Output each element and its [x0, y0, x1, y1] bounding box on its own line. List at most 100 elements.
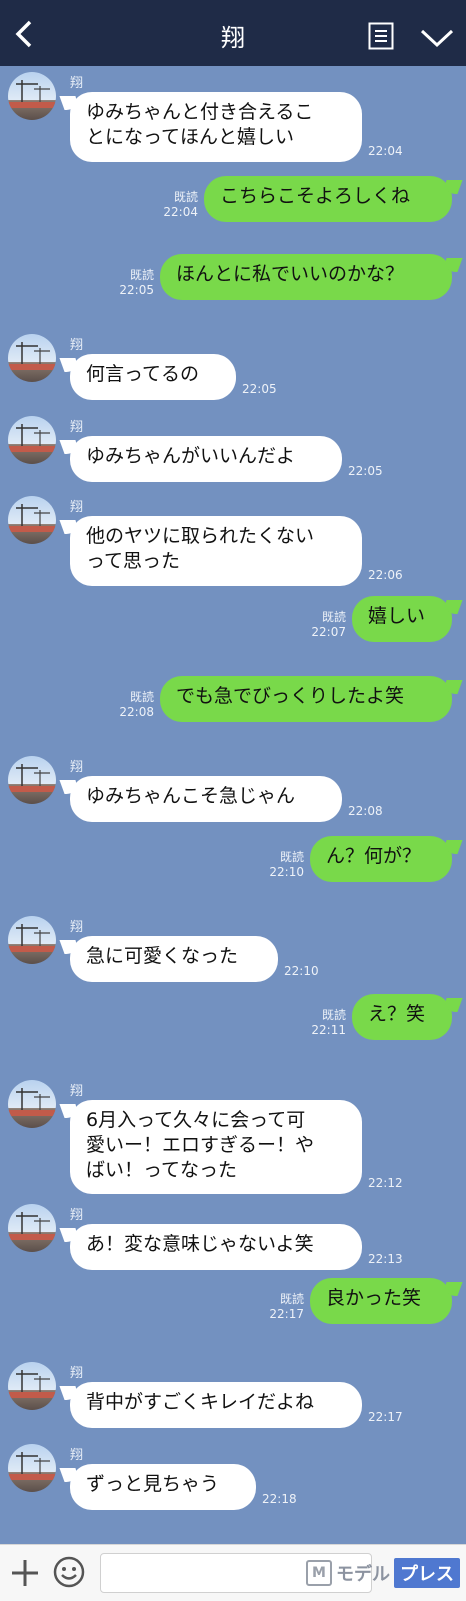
message-text-line: 嬉しい — [368, 605, 426, 627]
incoming-message: 翔ずっと見ちゃう 22:18 — [0, 1440, 466, 1510]
outgoing-message: ん？何が？ 既読 22:10 — [0, 836, 466, 906]
sender-name: 翔 — [70, 1448, 84, 1463]
message-bubble[interactable]: 6月入って久々に会って可 愛いー！エロすぎるー！や ばい！ってなった — [70, 1100, 362, 1194]
brand-mark: M — [306, 1560, 332, 1586]
message-meta: 22:08 — [348, 804, 383, 819]
timestamp: 22:07 — [311, 625, 346, 639]
emoji-icon[interactable] — [52, 1555, 86, 1589]
message-text-line: ほんとに私でいいのかな？ — [176, 263, 405, 285]
message-text-line: でも急でびっくりしたよ笑 — [176, 685, 405, 707]
message-text-line: ばい！ってなった — [86, 1159, 238, 1181]
message-bubble[interactable]: ゆみちゃんと付き合えるこ とになってほんと嬉しい — [70, 92, 362, 162]
message-text-line: ゆみちゃんがいいんだよ — [86, 445, 296, 467]
brand-suffix: プレス — [394, 1558, 460, 1588]
message-meta: 22:05 — [242, 382, 277, 397]
outgoing-message: 嬉しい 既読 22:07 — [0, 596, 466, 666]
plus-icon[interactable] — [10, 1558, 40, 1588]
chevron-down-icon[interactable] — [420, 28, 454, 48]
message-text-line: とになってほんと嬉しい — [86, 126, 295, 148]
message-meta: 22:05 — [348, 464, 383, 479]
timestamp: 22:18 — [262, 1492, 297, 1506]
message-bubble[interactable]: あ！変な意味じゃないよ笑 — [70, 1224, 362, 1270]
avatar[interactable] — [8, 1444, 56, 1492]
message-text-line: 他のヤツに取られたくない — [86, 525, 315, 547]
input-bar: M モデル プレス — [0, 1544, 466, 1601]
outgoing-message: こちらこそよろしくね 既読 22:04 — [0, 176, 466, 246]
timestamp: 22:05 — [348, 464, 383, 478]
message-meta: 既読 22:07 — [311, 610, 346, 640]
message-meta: 22:10 — [284, 964, 319, 979]
message-text-line: こちらこそよろしくね — [220, 185, 411, 207]
message-text-line: 6月入って久々に会って可 — [86, 1109, 306, 1131]
message-bubble[interactable]: 背中がすごくキレイだよね — [70, 1382, 362, 1428]
sender-name: 翔 — [70, 920, 84, 935]
timestamp: 22:06 — [368, 568, 403, 582]
incoming-message: 翔ゆみちゃんこそ急じゃん 22:08 — [0, 752, 466, 822]
message-bubble[interactable]: ゆみちゃんこそ急じゃん — [70, 776, 342, 822]
message-bubble[interactable]: 嬉しい — [352, 596, 452, 642]
message-text-line: え？笑 — [368, 1003, 426, 1025]
message-meta: 既読 22:10 — [269, 850, 304, 880]
timestamp: 22:12 — [368, 1176, 403, 1190]
timestamp: 22:04 — [368, 144, 403, 158]
message-bubble[interactable]: 良かった笑 — [310, 1278, 452, 1324]
message-bubble[interactable]: ほんとに私でいいのかな？ — [160, 254, 452, 300]
message-text-line: 良かった笑 — [326, 1287, 422, 1309]
message-meta: 22:06 — [368, 568, 403, 583]
avatar[interactable] — [8, 756, 56, 804]
read-receipt: 既読 — [279, 850, 304, 864]
sender-name: 翔 — [70, 1084, 84, 1099]
message-meta: 22:13 — [368, 1252, 403, 1267]
message-bubble[interactable]: でも急でびっくりしたよ笑 — [160, 676, 452, 722]
message-meta: 22:12 — [368, 1176, 403, 1191]
incoming-message: 翔背中がすごくキレイだよね 22:17 — [0, 1358, 466, 1428]
message-meta: 22:17 — [368, 1410, 403, 1425]
read-receipt: 既読 — [173, 190, 198, 204]
message-bubble[interactable]: 何言ってるの — [70, 354, 236, 400]
message-meta: 既読 22:05 — [119, 268, 154, 298]
message-bubble[interactable]: ずっと見ちゃう — [70, 1464, 256, 1510]
message-text-line: ゆみちゃんと付き合えるこ — [86, 101, 314, 123]
notes-menu-icon[interactable] — [368, 22, 394, 50]
sender-name: 翔 — [70, 500, 84, 515]
incoming-message: 翔急に可愛くなった 22:10 — [0, 912, 466, 982]
outgoing-message: 良かった笑 既読 22:17 — [0, 1278, 466, 1348]
avatar[interactable] — [8, 1204, 56, 1252]
avatar[interactable] — [8, 916, 56, 964]
message-bubble[interactable]: え？笑 — [352, 994, 452, 1040]
message-bubble[interactable]: 他のヤツに取られたくない って思った — [70, 516, 362, 586]
message-meta: 既読 22:17 — [269, 1292, 304, 1322]
timestamp: 22:17 — [269, 1307, 304, 1321]
read-receipt: 既読 — [129, 690, 154, 704]
message-bubble[interactable]: こちらこそよろしくね — [204, 176, 452, 222]
message-bubble[interactable]: 急に可愛くなった — [70, 936, 278, 982]
avatar[interactable] — [8, 1362, 56, 1410]
avatar[interactable] — [8, 496, 56, 544]
message-text-line: ゆみちゃんこそ急じゃん — [86, 785, 296, 807]
incoming-message: 翔ゆみちゃんがいいんだよ 22:05 — [0, 412, 466, 482]
sender-name: 翔 — [70, 1208, 84, 1223]
avatar[interactable] — [8, 334, 56, 382]
message-meta: 既読 22:11 — [311, 1008, 346, 1038]
brand-logo: M モデル プレス — [306, 1551, 460, 1595]
outgoing-message: え？笑 既読 22:11 — [0, 994, 466, 1064]
timestamp: 22:11 — [311, 1023, 346, 1037]
chat-title: 翔 — [221, 24, 245, 52]
chat-header: 翔 — [0, 0, 466, 66]
timestamp: 22:08 — [348, 804, 383, 818]
read-receipt: 既読 — [129, 268, 154, 282]
message-text-line: ずっと見ちゃう — [86, 1473, 220, 1495]
incoming-message: 翔何言ってるの 22:05 — [0, 330, 466, 400]
avatar[interactable] — [8, 416, 56, 464]
message-bubble[interactable]: ん？何が？ — [310, 836, 452, 882]
timestamp: 22:10 — [269, 865, 304, 879]
message-text-line: 急に可愛くなった — [86, 945, 239, 967]
sender-name: 翔 — [70, 338, 84, 353]
message-text-line: 何言ってるの — [86, 363, 200, 385]
timestamp: 22:05 — [119, 283, 154, 297]
timestamp: 22:05 — [242, 382, 277, 396]
avatar[interactable] — [8, 1080, 56, 1128]
avatar[interactable] — [8, 72, 56, 120]
message-bubble[interactable]: ゆみちゃんがいいんだよ — [70, 436, 342, 482]
timestamp: 22:10 — [284, 964, 319, 978]
